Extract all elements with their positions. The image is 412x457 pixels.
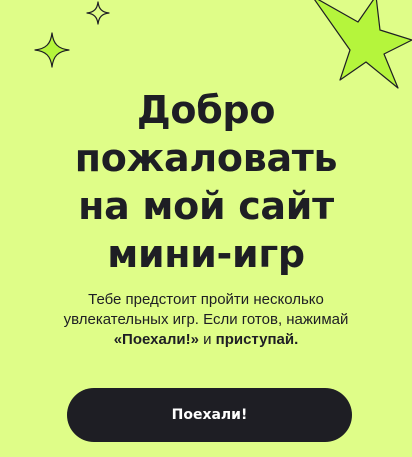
sparkle-outline-icon bbox=[86, 1, 110, 25]
star-burst-icon bbox=[314, 0, 412, 89]
hero-description-connector: и bbox=[198, 331, 216, 348]
hero-title: Добро пожаловать на мой сайт мини-игр bbox=[0, 86, 412, 278]
hero-description-emphasis-go: «Поехали!» bbox=[113, 331, 199, 348]
start-button[interactable]: Поехали! bbox=[67, 388, 352, 442]
hero-description-emphasis-start: приступай. bbox=[215, 331, 299, 348]
sparkle-filled-icon bbox=[34, 32, 70, 68]
hero-description-line-2: увлекательных игр. Если готов, нажимай bbox=[63, 311, 349, 328]
hero-description-line-1: Тебе предстоит пройти несколько bbox=[88, 291, 324, 308]
hero-title-line-4: мини-игр bbox=[107, 232, 305, 276]
hero-description: Тебе предстоит пройти несколько увлекате… bbox=[0, 290, 412, 350]
hero-description-line-3: «Поехали!» и приступай. bbox=[0, 330, 412, 350]
hero-title-line-1: Добро bbox=[136, 88, 276, 132]
hero-title-line-2: пожаловать bbox=[74, 136, 338, 180]
hero-title-line-3: на мой сайт bbox=[78, 184, 334, 228]
